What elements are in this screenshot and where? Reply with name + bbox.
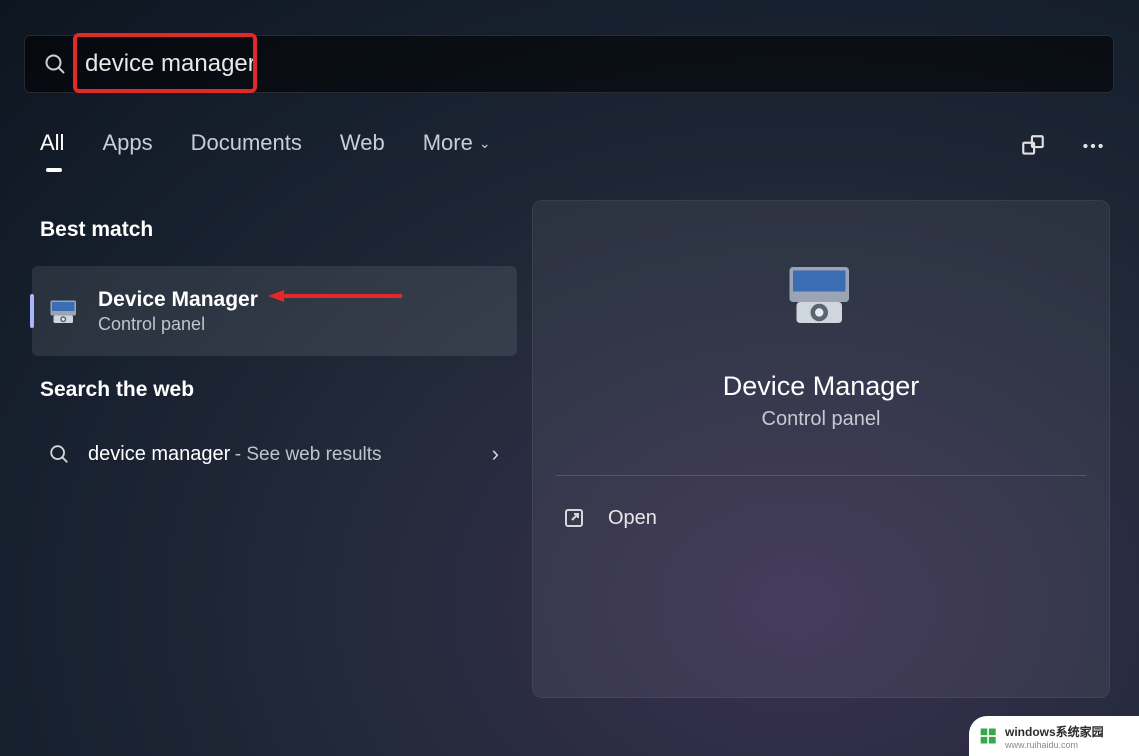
- best-match-subtitle: Control panel: [98, 314, 258, 335]
- detail-title: Device Manager: [723, 371, 920, 402]
- chevron-right-icon: ›: [492, 441, 499, 467]
- watermark: windows系统家园 www.ruihaidu.com: [969, 716, 1139, 756]
- watermark-brand: windows: [1005, 725, 1056, 739]
- best-match-title: Device Manager: [98, 288, 258, 312]
- best-match-heading: Best match: [40, 218, 153, 242]
- tab-more[interactable]: More ⌄: [423, 130, 491, 170]
- windows-logo-icon: [979, 726, 999, 746]
- watermark-url: www.ruihaidu.com: [1005, 740, 1104, 750]
- window-options-icon: [1020, 133, 1046, 159]
- tab-documents[interactable]: Documents: [191, 130, 302, 170]
- search-icon: [43, 52, 67, 76]
- watermark-tag: 系统家园: [1056, 725, 1104, 739]
- more-options-button[interactable]: [1077, 130, 1109, 162]
- tab-web[interactable]: Web: [340, 130, 385, 170]
- search-web-heading: Search the web: [40, 378, 194, 402]
- device-manager-icon: [46, 293, 82, 329]
- tab-all[interactable]: All: [40, 130, 64, 170]
- search-icon: [48, 443, 70, 465]
- web-search-result[interactable]: device manager - See web results ›: [32, 425, 517, 483]
- web-result-query: device manager: [88, 443, 230, 465]
- device-manager-icon: [779, 253, 863, 337]
- open-action[interactable]: Open: [556, 490, 1086, 546]
- search-bar[interactable]: [24, 35, 1114, 93]
- ellipsis-icon: [1080, 133, 1106, 159]
- chevron-down-icon: ⌄: [479, 135, 491, 152]
- detail-subtitle: Control panel: [762, 408, 881, 431]
- open-action-label: Open: [608, 507, 657, 530]
- tab-more-label: More: [423, 130, 473, 156]
- open-icon: [562, 506, 586, 530]
- filter-tabs: All Apps Documents Web More ⌄: [40, 130, 491, 170]
- web-result-hint: - See web results: [235, 444, 382, 465]
- search-input[interactable]: [67, 50, 567, 78]
- header-right-controls: [1017, 130, 1109, 162]
- divider: [556, 475, 1086, 476]
- active-tab-indicator: [46, 168, 62, 172]
- tab-apps[interactable]: Apps: [102, 130, 152, 170]
- window-options-button[interactable]: [1017, 130, 1049, 162]
- best-match-result[interactable]: Device Manager Control panel: [32, 266, 517, 356]
- detail-panel: Device Manager Control panel Open: [532, 200, 1110, 698]
